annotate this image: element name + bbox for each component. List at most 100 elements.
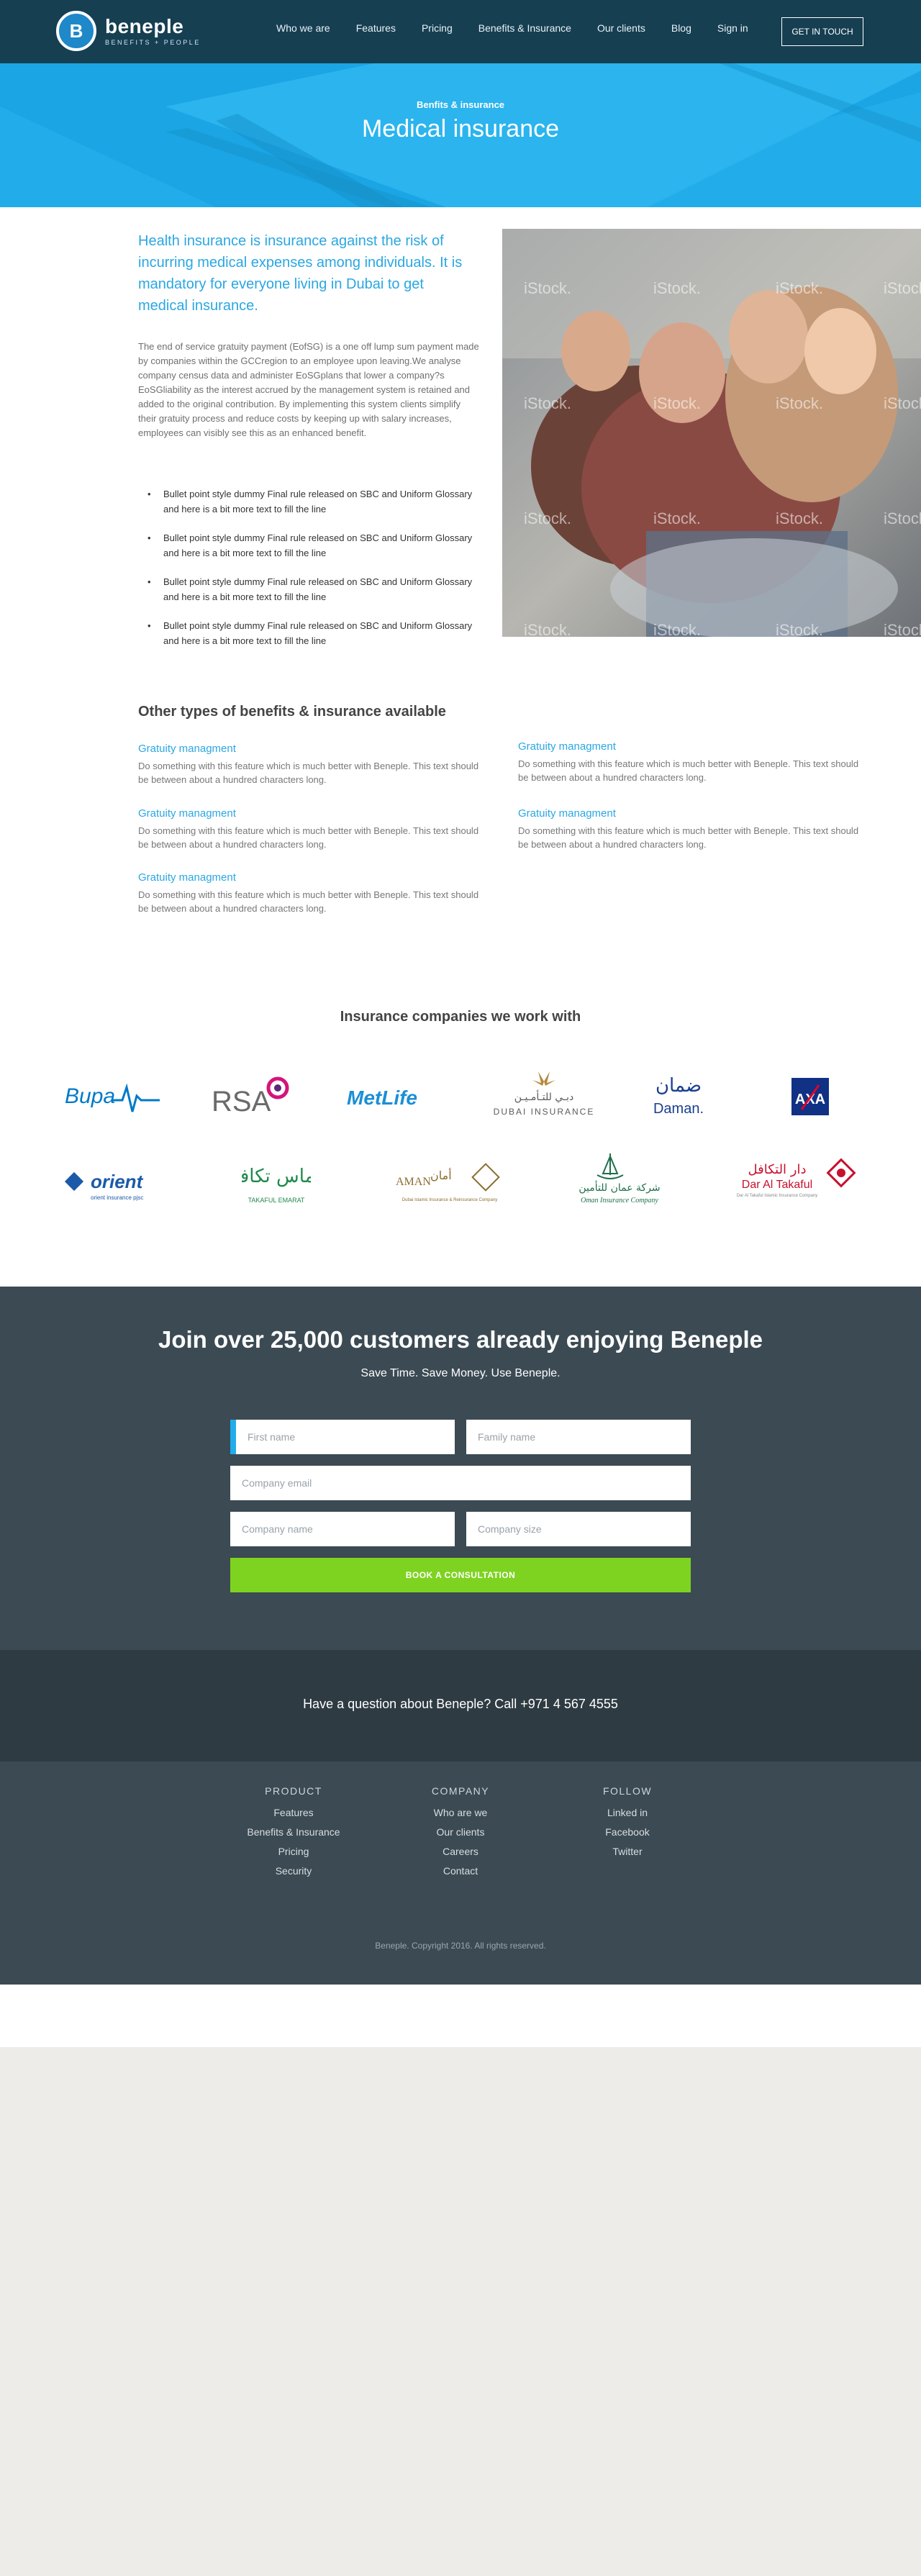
svg-text:أمان: أمان [430, 1168, 452, 1182]
logo-name: beneple [105, 14, 184, 37]
type-card[interactable]: Gratuity managment Do something with thi… [138, 807, 484, 851]
bullet-list: Bullet point style dummy Final rule rele… [148, 486, 486, 662]
dar-al-takaful-logo: دار التكافل Dar Al Takaful Dar Al Takafu… [730, 1156, 859, 1206]
photo-watermark: iStock. [524, 509, 571, 527]
type-card[interactable]: Gratuity managment Do something with thi… [518, 740, 863, 784]
nav-sign-in[interactable]: Sign in [717, 22, 748, 34]
svg-text:Dubai Islamic Insurance & Rein: Dubai Islamic Insurance & Reinsurance Co… [402, 1198, 497, 1202]
svg-text:Bupa: Bupa [65, 1084, 115, 1108]
footer-follow-column: FOLLOW Linked in Facebook Twitter [584, 1785, 671, 1861]
svg-text:Oman Insurance Company: Oman Insurance Company [581, 1197, 658, 1205]
footer-product-column: PRODUCT Features Benefits & Insurance Pr… [230, 1785, 357, 1881]
metlife-logo: MetLife [344, 1072, 437, 1123]
svg-text:RSA: RSA [212, 1086, 271, 1117]
type-card[interactable]: Gratuity managment Do something with thi… [518, 807, 863, 851]
footer-link-contact[interactable]: Contact [410, 1861, 511, 1881]
footer-company-column: COMPANY Who are we Our clients Careers C… [410, 1785, 511, 1881]
svg-text:دبـي للتـأمـيـن: دبـي للتـأمـيـن [514, 1089, 573, 1103]
family-photo: iStock. iStock. iStock. iStock. iStock. … [502, 229, 921, 637]
footer-heading: FOLLOW [602, 1785, 653, 1797]
footer-link-features[interactable]: Features [230, 1803, 357, 1823]
footer-link-who-are-we[interactable]: Who are we [410, 1803, 511, 1823]
list-item: Bullet point style dummy Final rule rele… [148, 618, 486, 648]
svg-text:Dar Al Takaful Islamic Insuran: Dar Al Takaful Islamic Insurance Company [737, 1194, 818, 1198]
family-name-field[interactable]: Family name [466, 1420, 691, 1454]
photo-watermark: iStock. [653, 394, 701, 412]
footer-link-our-clients[interactable]: Our clients [410, 1823, 511, 1842]
types-section-title: Other types of benefits & insurance avai… [138, 704, 446, 720]
company-size-field[interactable]: Company size [466, 1512, 691, 1546]
type-card-text: Do something with this feature which is … [138, 761, 479, 785]
svg-text:الماس تكافل: الماس تكافل [242, 1166, 311, 1187]
beneple-logo[interactable]: B beneple BENEFITS + PEOPLE [56, 10, 201, 52]
nav-features[interactable]: Features [356, 22, 396, 34]
axa-logo: AXA [791, 1073, 832, 1123]
intro-lead: Health insurance is insurance against th… [138, 233, 463, 314]
type-card-text: Do something with this feature which is … [138, 825, 479, 850]
get-in-touch-button[interactable]: GET IN TOUCH [781, 17, 863, 46]
svg-text:MetLife: MetLife [347, 1087, 417, 1109]
type-card-title[interactable]: Gratuity managment [518, 807, 863, 820]
orient-logo: orient orient insurance pjsc [62, 1160, 170, 1210]
footer-link-security[interactable]: Security [230, 1861, 357, 1881]
svg-text:orient: orient [91, 1171, 144, 1192]
copyright: Beneple. Copyright 2016. All rights rese… [375, 1941, 546, 1951]
nav-benefits-insurance[interactable]: Benefits & Insurance [478, 22, 571, 34]
takaful-emarat-logo: الماس تكافل TAKAFUL EMARAT [242, 1154, 311, 1205]
nav-pricing[interactable]: Pricing [422, 22, 453, 34]
photo-watermark: iStock. [524, 279, 571, 297]
dubai-insurance-logo: دبـي للتـأمـيـن DUBAI INSURANCE [486, 1068, 602, 1118]
type-card[interactable]: Gratuity managment Do something with thi… [138, 743, 484, 786]
oman-insurance-logo: شركة عمان للتأمين Oman Insurance Company [573, 1153, 666, 1205]
bupa-logo: Bupa [62, 1072, 163, 1123]
company-name-field[interactable]: Company name [230, 1512, 455, 1546]
svg-text:دار التكافل: دار التكافل [748, 1162, 806, 1177]
footer-link-linkedin[interactable]: Linked in [584, 1803, 671, 1823]
photo-watermark: iStock. [653, 621, 701, 637]
svg-text:Daman.: Daman. [653, 1101, 704, 1117]
photo-watermark: iStock. [776, 621, 823, 637]
type-card-title[interactable]: Gratuity managment [138, 743, 484, 755]
type-card-title[interactable]: Gratuity managment [138, 871, 484, 884]
photo-watermark: iStock. [653, 279, 701, 297]
svg-text:orient insurance pjsc: orient insurance pjsc [91, 1194, 143, 1201]
top-nav-bar: B beneple BENEFITS + PEOPLE Who we are F… [0, 0, 921, 63]
first-name-field[interactable]: First name [230, 1420, 455, 1454]
svg-text:ضمان: ضمان [655, 1075, 702, 1097]
type-card[interactable]: Gratuity managment Do something with thi… [138, 871, 484, 915]
footer-link-careers[interactable]: Careers [410, 1842, 511, 1861]
type-card-title[interactable]: Gratuity managment [518, 740, 863, 753]
logo-badge-icon: B [56, 11, 96, 51]
footer-link-pricing[interactable]: Pricing [230, 1842, 357, 1861]
nav-who-we-are[interactable]: Who we are [276, 22, 330, 34]
type-card-title[interactable]: Gratuity managment [138, 807, 484, 820]
svg-text:شركة عمان للتأمين: شركة عمان للتأمين [579, 1180, 660, 1194]
insurers-section-title: Insurance companies we work with [340, 1009, 581, 1025]
photo-watermark: iStock. [884, 279, 921, 297]
page: B beneple BENEFITS + PEOPLE Who we are F… [0, 0, 921, 2047]
rsa-logo: RSA [209, 1071, 295, 1121]
nav-our-clients[interactable]: Our clients [597, 22, 645, 34]
logo-tagline: BENEFITS + PEOPLE [105, 38, 201, 46]
footer-heading: COMPANY [431, 1785, 490, 1797]
photo-watermark: iStock. [524, 394, 571, 412]
type-card-text: Do something with this feature which is … [138, 889, 479, 914]
photo-watermark: iStock. [884, 621, 921, 637]
page-title: Medical insurance [361, 115, 560, 142]
photo-watermark: iStock. [524, 621, 571, 637]
svg-text:DUBAI INSURANCE: DUBAI INSURANCE [494, 1107, 595, 1117]
svg-text:AXA: AXA [795, 1092, 825, 1107]
nav-blog[interactable]: Blog [671, 22, 691, 34]
photo-watermark: iStock. [776, 509, 823, 527]
photo-watermark: iStock. [653, 509, 701, 527]
footer-link-facebook[interactable]: Facebook [584, 1823, 671, 1842]
footer-link-twitter[interactable]: Twitter [584, 1842, 671, 1861]
footer-link-benefits[interactable]: Benefits & Insurance [230, 1823, 357, 1842]
main-nav: Who we are Features Pricing Benefits & I… [276, 22, 774, 34]
list-item: Bullet point style dummy Final rule rele… [148, 574, 486, 604]
company-email-field[interactable]: Company email [230, 1466, 691, 1500]
book-consultation-button[interactable]: BOOK A CONSULTATION [230, 1558, 691, 1592]
photo-watermark: iStock. [776, 394, 823, 412]
photo-watermark: iStock. [884, 509, 921, 527]
photo-watermark: iStock. [884, 394, 921, 412]
